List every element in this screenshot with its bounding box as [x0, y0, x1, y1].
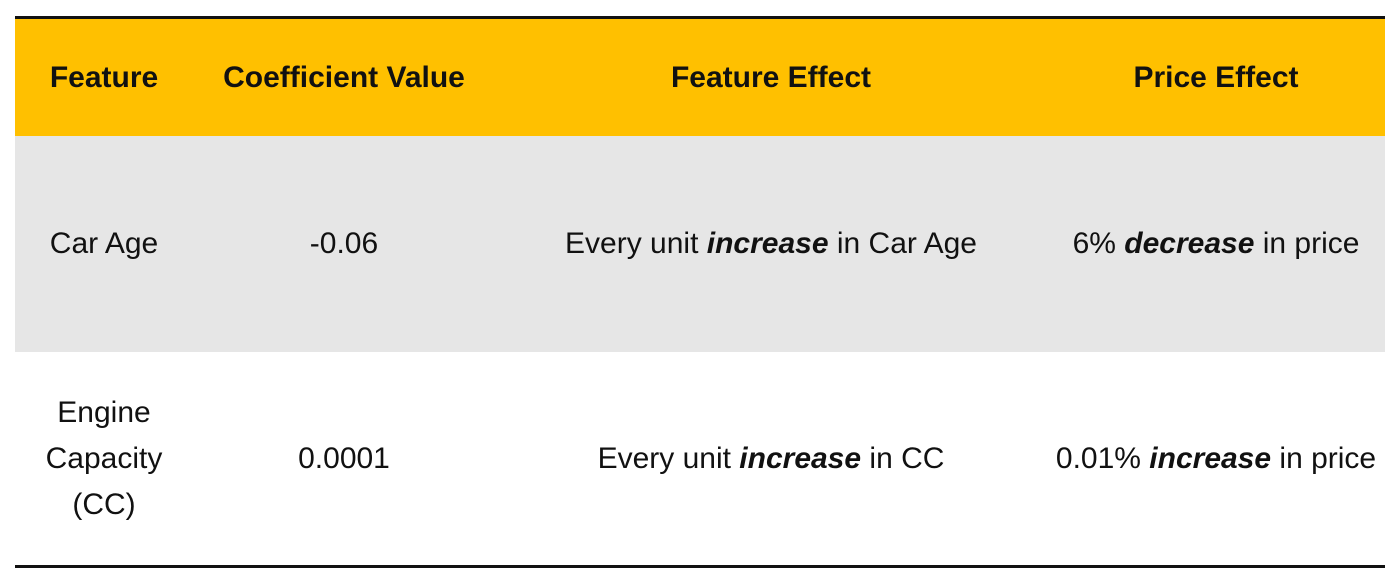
- feature-cell: Engine Capacity (CC): [45, 395, 163, 521]
- table-row: Engine Capacity (CC) 0.0001 Every unit i…: [15, 352, 1385, 565]
- feature-effect-emphasis: increase: [706, 227, 829, 260]
- table-row: Car Age -0.06 Every unit increase in Car…: [15, 136, 1385, 352]
- coefficient-table: Feature Coefficient Value Feature Effect…: [15, 16, 1385, 568]
- price-effect-emphasis: increase: [1149, 441, 1272, 475]
- price-effect-text-end: in price: [1254, 227, 1360, 260]
- feature-effect-text-end: in CC: [861, 441, 945, 475]
- header-price-effect: Price Effect: [1133, 60, 1299, 94]
- price-effect-text: 0.01%: [1055, 441, 1150, 475]
- price-effect-text-end: in price: [1271, 441, 1377, 475]
- header-feature: Feature: [49, 60, 159, 94]
- feature-effect-text: Every unit: [565, 227, 707, 260]
- header-feature-effect: Feature Effect: [670, 60, 872, 94]
- price-effect-cell: 0.01% increase in price: [1047, 436, 1385, 482]
- price-effect-text: 6%: [1072, 227, 1125, 260]
- price-effect-cell: 6% decrease in price: [1047, 221, 1385, 267]
- coefficient-cell: 0.0001: [298, 441, 390, 475]
- feature-effect-cell: Every unit increase in CC: [495, 436, 1047, 482]
- header-coefficient-value: Coefficient Value: [223, 60, 465, 94]
- table-header-row: Feature Coefficient Value Feature Effect…: [15, 19, 1385, 136]
- feature-effect-text: Every unit: [597, 441, 740, 475]
- coefficient-cell: -0.06: [309, 227, 379, 260]
- price-effect-emphasis: decrease: [1124, 227, 1255, 260]
- feature-effect-text-end: in Car Age: [828, 227, 977, 260]
- feature-effect-emphasis: increase: [739, 441, 862, 475]
- feature-effect-cell: Every unit increase in Car Age: [495, 221, 1047, 267]
- feature-cell: Car Age: [49, 227, 159, 260]
